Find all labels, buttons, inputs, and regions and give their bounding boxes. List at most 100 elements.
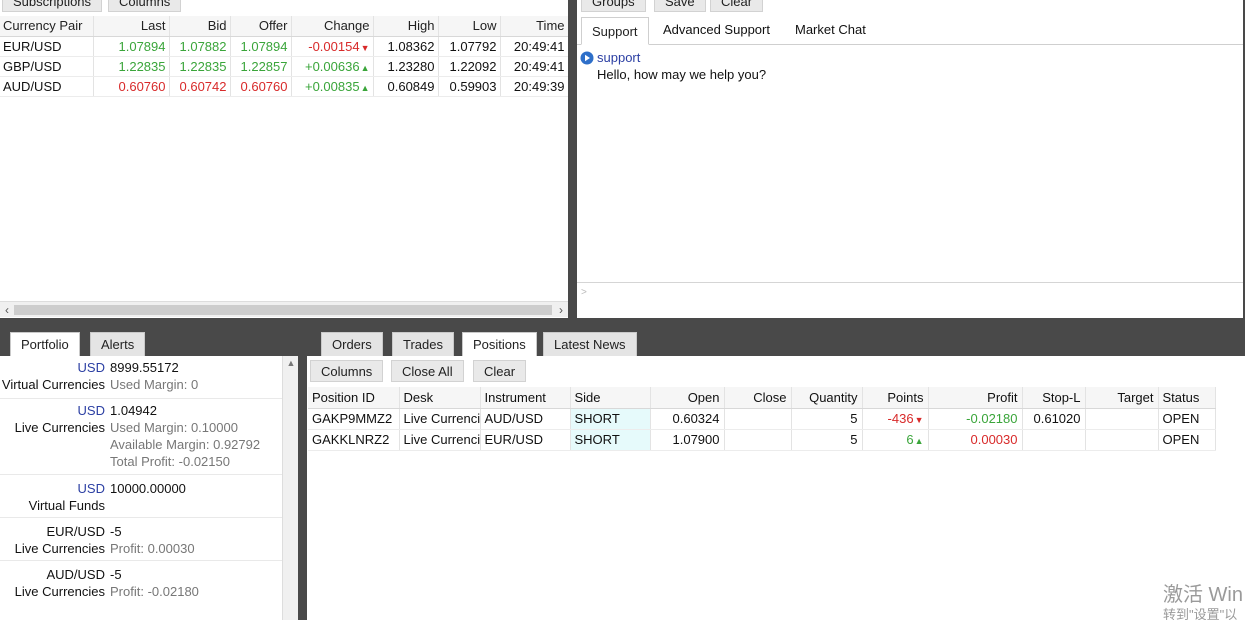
- cell-time: 20:49:39: [500, 76, 568, 97]
- tab-support[interactable]: Support: [581, 17, 649, 45]
- scrollbar-thumb[interactable]: [14, 305, 552, 315]
- used-margin-label: Used Margin:: [110, 377, 188, 392]
- col-header-change[interactable]: Change: [291, 16, 374, 37]
- col-header-last[interactable]: Last: [93, 16, 170, 37]
- positions-columns-button[interactable]: Columns: [310, 360, 384, 382]
- col-header-desk[interactable]: Desk: [399, 387, 481, 409]
- cell-instrument: EUR/USD: [480, 429, 571, 451]
- total-profit-label: Total Profit:: [110, 454, 176, 469]
- col-header-time[interactable]: Time: [500, 16, 568, 37]
- entry-balance: 8999.55172: [110, 360, 179, 375]
- tab-positions[interactable]: Positions: [462, 332, 537, 356]
- col-header-currency-pair[interactable]: Currency Pair: [0, 16, 94, 37]
- chat-input[interactable]: >: [577, 282, 1243, 318]
- cell-low: 1.22092: [438, 56, 501, 77]
- portfolio-entry[interactable]: USD 8999.55172 Virtual Currencies Used Mar…: [0, 359, 282, 399]
- chat-panel: Groups Save Clear Support Advanced Suppo…: [577, 0, 1243, 318]
- position-row[interactable]: GAKP9MMZ2Live CurrenciesAUD/USDSHORT0.60…: [308, 408, 1216, 430]
- quotes-columns-button[interactable]: Columns: [108, 0, 182, 12]
- used-margin-label: Used Margin:: [110, 420, 188, 435]
- portfolio-vertical-scrollbar[interactable]: ▲: [282, 356, 298, 620]
- quote-row[interactable]: EUR/USD 1.07894 1.07882 1.07894 -0.00154▼ 1.0…: [0, 36, 568, 57]
- entry-instrument: EUR/USD: [46, 524, 105, 539]
- col-header-target[interactable]: Target: [1085, 387, 1159, 409]
- positions-clear-button[interactable]: Clear: [473, 360, 527, 382]
- position-row[interactable]: GAKKLNRZ2Live CurrenciesEUR/USDSHORT1.07…: [308, 429, 1216, 451]
- chat-clear-button[interactable]: Clear: [710, 0, 764, 12]
- subscriptions-button[interactable]: Subscriptions: [2, 0, 103, 12]
- tab-alerts[interactable]: Alerts: [90, 332, 146, 356]
- cell-side: SHORT: [570, 408, 651, 430]
- chat-save-button[interactable]: Save: [654, 0, 706, 12]
- used-margin-value: 0: [190, 377, 199, 392]
- close-all-button[interactable]: Close All: [391, 360, 464, 382]
- cell-points: -436▼: [862, 408, 929, 430]
- quotes-panel: Subscriptions Columns Currency Pair Last…: [0, 0, 568, 318]
- cell-low: 0.59903: [438, 76, 501, 97]
- chat-sender: support: [597, 50, 641, 65]
- positions-table: Position ID Desk Instrument Side Open Cl…: [308, 387, 1216, 451]
- cell-offer: 1.07894: [230, 36, 292, 57]
- cell-profit: 0.00030: [928, 429, 1023, 451]
- tab-latest-news[interactable]: Latest News: [543, 332, 637, 356]
- cell-close: [724, 429, 792, 451]
- bottom-splitter[interactable]: [298, 324, 307, 620]
- cell-high: 1.23280: [373, 56, 439, 77]
- col-header-low[interactable]: Low: [438, 16, 501, 37]
- col-header-position-id[interactable]: Position ID: [308, 387, 400, 409]
- positions-header-row: Position ID Desk Instrument Side Open Cl…: [308, 387, 1216, 409]
- cell-side: SHORT: [570, 429, 651, 451]
- col-header-instrument[interactable]: Instrument: [480, 387, 571, 409]
- col-header-quantity[interactable]: Quantity: [791, 387, 863, 409]
- cell-target: [1085, 408, 1159, 430]
- col-header-bid[interactable]: Bid: [169, 16, 231, 37]
- scroll-right-arrow-icon[interactable]: ›: [554, 302, 568, 318]
- top-splitter[interactable]: [568, 0, 577, 320]
- groups-button[interactable]: Groups: [581, 0, 646, 12]
- cell-currency-pair: EUR/USD: [0, 36, 94, 57]
- entry-type: Live Currencies: [14, 541, 105, 556]
- portfolio-entry[interactable]: EUR/USD -5 Live Currencies Profit: 0.00030: [0, 523, 282, 561]
- col-header-close[interactable]: Close: [724, 387, 792, 409]
- cell-time: 20:49:41: [500, 36, 568, 57]
- col-header-side[interactable]: Side: [570, 387, 651, 409]
- scroll-up-arrow-icon[interactable]: ▲: [283, 358, 299, 368]
- col-header-offer[interactable]: Offer: [230, 16, 292, 37]
- tab-trades[interactable]: Trades: [392, 332, 454, 356]
- portfolio-panel: USD 8999.55172 Virtual Currencies Used Mar…: [0, 356, 282, 620]
- quotes-header-row: Currency Pair Last Bid Offer Change High…: [0, 16, 568, 37]
- tab-portfolio[interactable]: Portfolio: [10, 332, 80, 356]
- available-margin-label: Available Margin:: [110, 437, 210, 452]
- entry-instrument: AUD/USD: [46, 567, 105, 582]
- quotes-table: Currency Pair Last Bid Offer Change High…: [0, 16, 568, 97]
- entry-currency: USD: [77, 403, 105, 418]
- quote-row[interactable]: AUD/USD 0.60760 0.60742 0.60760 +0.00835▲ 0.6…: [0, 76, 568, 97]
- profit-label: Profit:: [110, 584, 144, 599]
- cell-status: OPEN: [1158, 429, 1216, 451]
- scroll-left-arrow-icon[interactable]: ‹: [0, 302, 14, 318]
- cell-desk: Live Currencies: [399, 408, 481, 430]
- quote-row[interactable]: GBP/USD 1.22835 1.22835 1.22857 +0.00636▲ 1.2…: [0, 56, 568, 77]
- tab-orders[interactable]: Orders: [321, 332, 383, 356]
- col-header-open[interactable]: Open: [650, 387, 725, 409]
- up-arrow-icon: ▲: [360, 82, 370, 93]
- cell-low: 1.07792: [438, 36, 501, 57]
- col-header-status[interactable]: Status: [1158, 387, 1216, 409]
- portfolio-entry[interactable]: AUD/USD -5 Live Currencies Profit: -0.0218…: [0, 566, 282, 604]
- quotes-horizontal-scrollbar[interactable]: ‹ ›: [0, 301, 568, 317]
- cell-last: 0.60760: [93, 76, 170, 97]
- col-header-profit[interactable]: Profit: [928, 387, 1023, 409]
- col-header-high[interactable]: High: [373, 16, 439, 37]
- cell-position-id: GAKP9MMZ2: [308, 408, 400, 430]
- portfolio-entry[interactable]: USD 10000.00000 Virtual Funds: [0, 480, 282, 518]
- col-header-stop-loss[interactable]: Stop-L: [1022, 387, 1086, 409]
- tab-advanced-support[interactable]: Advanced Support: [663, 22, 770, 37]
- cell-stop-loss: 0.61020: [1022, 408, 1086, 430]
- tab-market-chat[interactable]: Market Chat: [795, 22, 866, 37]
- entry-type: Virtual Funds: [28, 498, 105, 513]
- portfolio-entry[interactable]: USD 1.04942 Live Currencies Used Margin: 0…: [0, 402, 282, 475]
- col-header-points[interactable]: Points: [862, 387, 929, 409]
- cell-time: 20:49:41: [500, 56, 568, 77]
- watermark-line-2: 转到"设置"以: [1163, 607, 1238, 620]
- chat-tab-bar: Support Advanced Support Market Chat: [577, 16, 1243, 45]
